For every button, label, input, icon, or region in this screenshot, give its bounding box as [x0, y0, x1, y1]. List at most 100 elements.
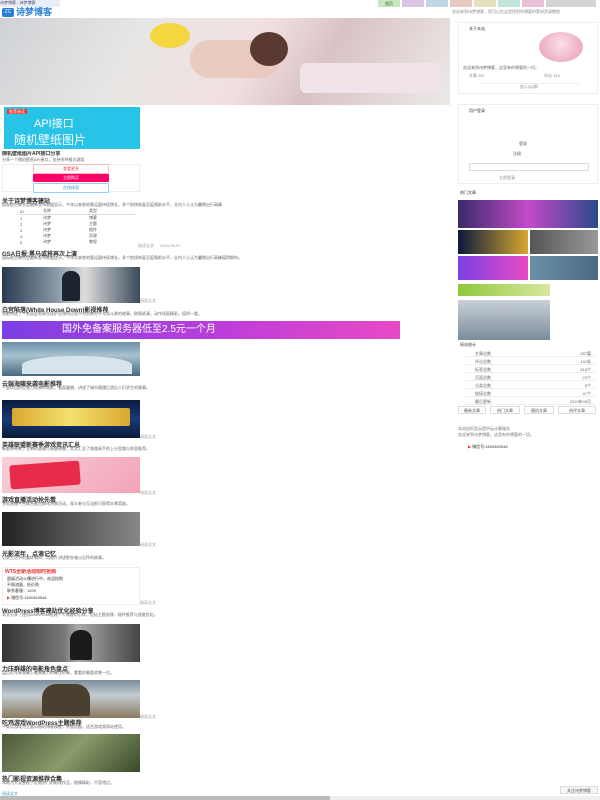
stat-label: 分类总数 [475, 383, 491, 388]
login-action-button[interactable]: 立即登录 [499, 175, 515, 180]
stat-row: 页面总数 24个 [465, 374, 595, 381]
thumb-promo-tag [9, 460, 81, 490]
table-row: 5 诗梦 教程 [20, 239, 135, 245]
ad-line1: API接口 [34, 118, 74, 130]
stat-label: 评论总数 [475, 359, 491, 364]
logo-mark-icon: ZC [2, 8, 14, 17]
promo-contact: ▶ 微信号:1600463548 [7, 595, 47, 600]
post-thumbnail[interactable] [2, 267, 140, 303]
author-desc: 欢迎来到诗梦博客，这里有你想要的一切。 [463, 65, 539, 70]
stat-row: 链接总数 47个 [465, 390, 595, 397]
hero-blanket [300, 63, 440, 93]
post-date: 2019-05-07 [160, 243, 181, 248]
game-logo-icon [12, 408, 130, 426]
author-stat: 文章 287 [469, 73, 485, 78]
hero-banner[interactable] [0, 18, 450, 105]
try-button[interactable]: 在线体验 [33, 183, 109, 193]
browser-tab-title: 诗梦博客 - 诗梦博客 [0, 0, 36, 5]
widget-title: 关于本站 [469, 26, 485, 31]
nav-tab-6[interactable] [498, 0, 520, 7]
api-ad-banner[interactable]: 推荐阅读 API接口 随机壁纸图片 [4, 107, 140, 149]
post-snippet: 国际航空联合会最新发布数据显示，今年以来各地客运量持续增长，多个航线恢复至疫情前… [2, 202, 222, 207]
stat-value: 24个 [582, 375, 591, 380]
post-snippet: 多家直播平台联合推出周年庆典活动，观众参与互动即可获得丰厚奖励。 [2, 501, 130, 506]
nav-tab-home[interactable]: 首页 [378, 0, 400, 7]
thumb-figure [62, 271, 80, 301]
register-label[interactable]: 注册 [513, 151, 521, 156]
nav-tab-8[interactable] [546, 0, 596, 7]
promo-line2: 超级活动火爆进行中，欢迎抢购 [7, 576, 63, 581]
stat-row: 最后更新 2019年05月 [465, 398, 595, 405]
stat-value: 142 [553, 73, 560, 78]
nav-tab-4[interactable] [450, 0, 472, 7]
sidebar-note: 本站由阿里云提供云计算服务 [458, 426, 510, 431]
sidebar-tab-random[interactable]: 随机文章 [524, 406, 554, 414]
post-thumbnail[interactable] [2, 512, 140, 546]
hero-plush-toy [150, 23, 190, 48]
scrollbar-thumb[interactable] [0, 796, 330, 800]
stat-row: 评论总数 142条 [465, 358, 595, 365]
post-snippet: 本期为大家整理了近期热门的影视作品，剧情精彩，不容错过。 [2, 780, 114, 785]
sidebar-hot-post-thumb[interactable] [458, 284, 550, 296]
contact-text: 微信号:1600463548 [11, 595, 47, 600]
sidebar-hot-post-thumb[interactable] [458, 300, 550, 340]
sidebar-contact: ▶ 微信号:1600463548 [468, 444, 508, 449]
stat-label: 文章总数 [475, 351, 491, 356]
widget-title: 用户登录 [469, 108, 485, 113]
table-cell: 诗梦 [43, 239, 51, 244]
thumb-figure [70, 630, 92, 660]
sidebar-tab-comments[interactable]: 热评文章 [558, 406, 596, 414]
post-thumbnail[interactable] [2, 457, 140, 493]
post-thumbnail[interactable] [2, 680, 140, 718]
sidebar-tab-latest[interactable]: 最新文章 [458, 406, 486, 414]
top-notice: 欢迎来到诗梦博客，您可以在这里找到你想要的素材资源教程 [452, 9, 560, 14]
logo-text: 诗梦博客 [16, 7, 53, 17]
view-more-button[interactable]: 查看更多 [33, 164, 109, 174]
stat-value: 2019年05月 [569, 399, 591, 404]
post-thumbnail[interactable] [2, 400, 140, 438]
nav-tab-2[interactable] [402, 0, 424, 7]
stat-label: 标签总数 [475, 367, 491, 372]
sidebar-tab-hot[interactable]: 热门文章 [490, 406, 520, 414]
table-cell: 5 [20, 239, 23, 245]
read-more-link[interactable]: 阅读全文 [140, 298, 156, 304]
buy-button[interactable]: 立即购买 [33, 174, 109, 182]
read-more-link[interactable]: 阅读全文 [140, 542, 156, 548]
sidebar-hot-post-thumb[interactable] [458, 200, 598, 228]
post-thumbnail[interactable] [2, 624, 140, 662]
stat-row: 标签总数 618个 [465, 366, 595, 373]
sidebar-hot-post-thumb[interactable] [530, 256, 598, 280]
stat-label: 文章 [469, 73, 477, 78]
ad-badge: 推荐阅读 [7, 109, 27, 114]
horizontal-scrollbar[interactable] [0, 796, 600, 800]
promo-ad-box[interactable]: WTS全新活动限时抢购 超级活动火爆进行中，欢迎抢购 不限流量，低价购 联系客服… [2, 567, 140, 605]
stat-value: 287 [478, 73, 485, 78]
ad-actions: 查看更多 立即购买 在线体验 [2, 164, 140, 193]
cloud-server-banner[interactable]: 国外免备案服务器低至2.5元一个月 [2, 321, 400, 339]
stat-label: 最后更新 [475, 399, 491, 404]
login-label[interactable]: 登录 [519, 141, 527, 146]
post-thumbnail[interactable] [2, 342, 140, 376]
join-group-button[interactable]: 加入QQ群 [479, 83, 579, 89]
post-snippet: 本文分享了使用WordPress搭建个人博客的心得，包括主题选择、插件推荐与速度… [2, 612, 158, 617]
promo-line4: 联系客服：1209 [7, 588, 36, 593]
sidebar-hot-post-thumb[interactable] [458, 230, 528, 254]
post-snippet: 一部以自然灾害为背景的电影，画面震撼，讲述了城市遭遇巨浪后人们求生的故事。 [2, 385, 150, 390]
avatar[interactable] [539, 32, 583, 62]
post-snippet: 记录生活中的美好瞬间，用照片讲述那些难以忘怀的故事。 [2, 555, 106, 560]
stat-label: 页面总数 [475, 375, 491, 380]
post-thumbnail[interactable] [2, 734, 140, 772]
nav-tab-label: 首页 [385, 1, 393, 6]
nav-tab-3[interactable] [426, 0, 448, 7]
nav-tab-5[interactable] [474, 0, 496, 7]
sidebar-hot-post-thumb[interactable] [530, 230, 598, 254]
login-input[interactable] [469, 163, 589, 171]
browser-tab[interactable]: 诗梦博客 - 诗梦博客 [0, 0, 60, 7]
nav-tab-7[interactable] [522, 0, 544, 7]
sidebar-desc: 欢迎来到诗梦博客，这里有你想要的一切。 [458, 432, 534, 437]
sidebar-hot-post-thumb[interactable] [458, 256, 528, 280]
ad-line2: 随机壁纸图片 [14, 133, 87, 147]
follow-button[interactable]: 关注诗梦博客 [560, 786, 598, 794]
post-snippet: 电影讲述了一名国会警察在保护总统的过程中与恐怖分子斗智斗勇的故事，剧情紧凑，动作… [2, 311, 202, 316]
post-snippet: 新赛季带来了全新的英雄与装备调整，本文汇总了各路高手的上分思路与阵容推荐。 [2, 446, 150, 451]
